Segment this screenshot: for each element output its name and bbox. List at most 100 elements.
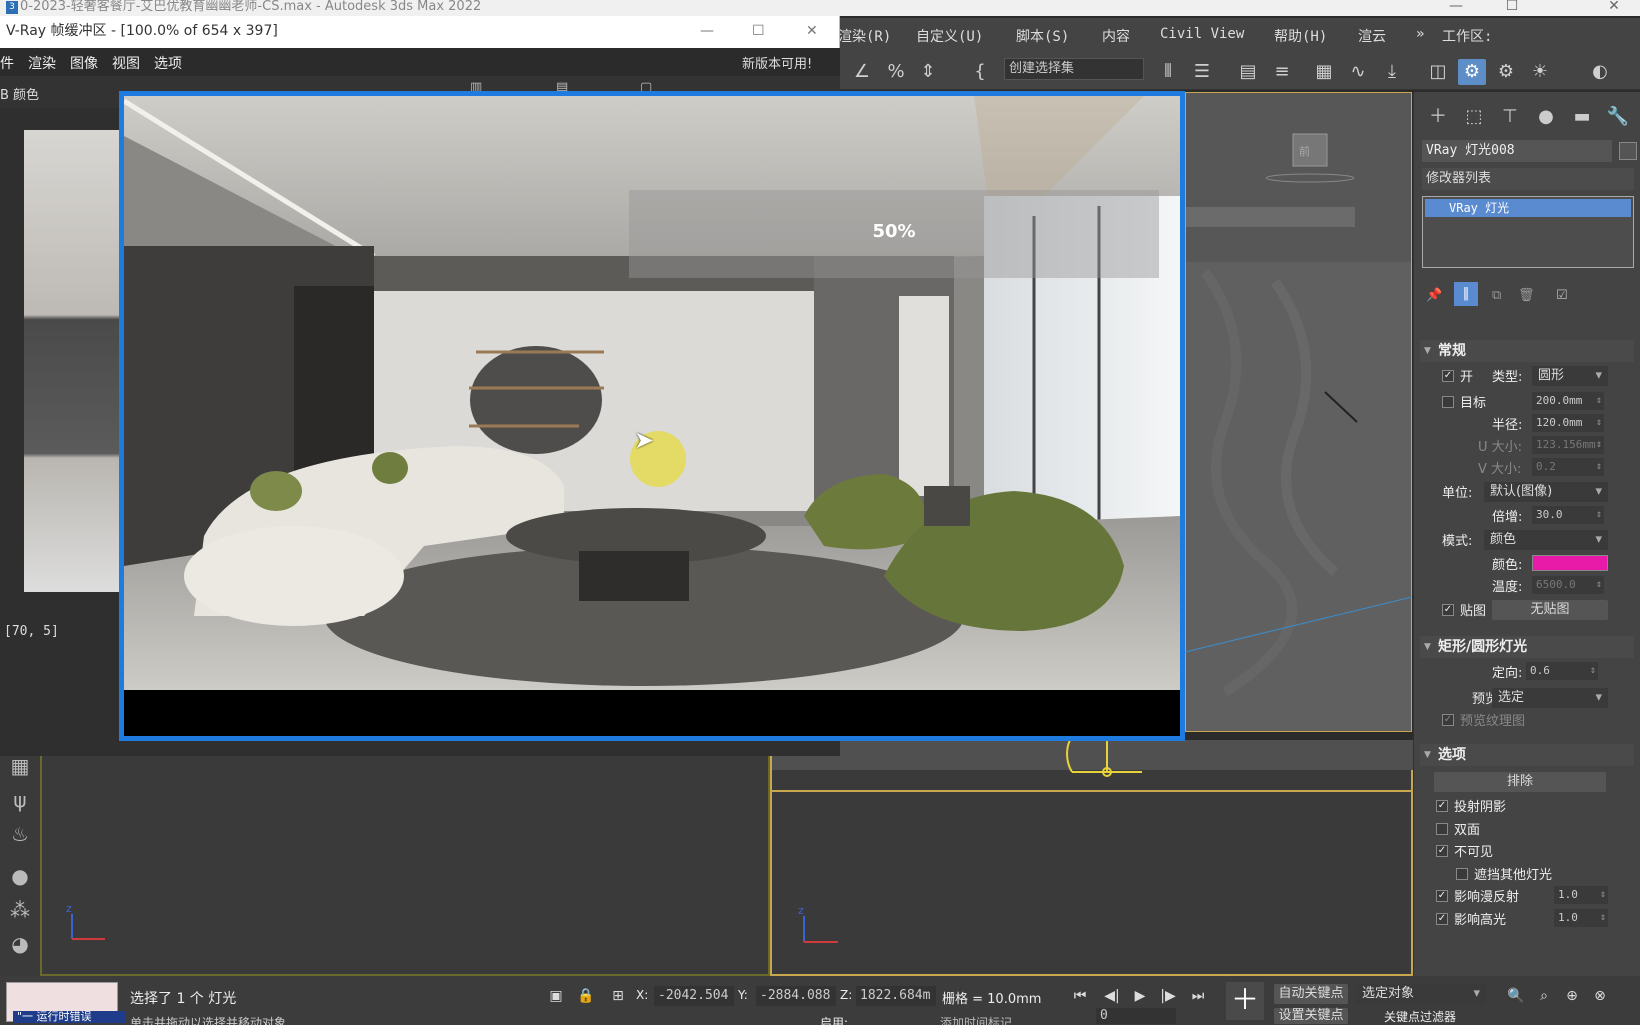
multiplier-spinner[interactable]: 30.0	[1532, 506, 1604, 524]
modifier-list-dropdown[interactable]: 修改器列表	[1422, 168, 1634, 190]
target-checkbox[interactable]	[1442, 396, 1454, 408]
zoom-extents-all-icon[interactable]: ⊗	[1590, 986, 1610, 1006]
vfb-menu-render[interactable]: 渲染	[28, 53, 56, 73]
close-icon[interactable]: ✕	[1594, 0, 1634, 16]
zoom-all-icon[interactable]: ⌕	[1534, 986, 1554, 1006]
material-ball-icon[interactable]: ●	[6, 862, 34, 890]
vsize-spinner[interactable]: 0.2	[1532, 458, 1604, 476]
no-map-button[interactable]: 无贴图	[1492, 600, 1608, 620]
create-tab-icon[interactable]: ＋	[1424, 104, 1452, 130]
current-frame-field[interactable]: 0	[1096, 1008, 1176, 1024]
utilities-tab-icon[interactable]: 🔧	[1604, 104, 1632, 130]
align-icon[interactable]: ☰	[1188, 59, 1216, 85]
affect-specular-spinner[interactable]: 1.0	[1554, 909, 1608, 927]
rendered-image-frame[interactable]: 50% ➤	[119, 91, 1185, 741]
display-tab-icon[interactable]: ▬	[1568, 104, 1596, 130]
multi-material-icon[interactable]: ⁂	[6, 896, 34, 924]
target-distance-spinner[interactable]: 200.0mm	[1532, 392, 1604, 410]
modify-tab-icon[interactable]: ⬚	[1460, 104, 1488, 130]
curve-editor-icon[interactable]: ∿	[1344, 59, 1372, 85]
radius-spinner[interactable]: 120.0mm	[1532, 414, 1604, 432]
viewport-perspective[interactable]: 前	[1184, 91, 1413, 733]
hierarchy-tab-icon[interactable]: ⊤	[1496, 104, 1524, 130]
light-color-swatch[interactable]	[1532, 555, 1608, 571]
mirror-icon[interactable]: ⫴	[1154, 59, 1182, 85]
affect-specular-checkbox[interactable]: ✓	[1436, 913, 1448, 925]
new-version-notice[interactable]: 新版本可用!	[742, 53, 812, 72]
preview-texture-checkbox[interactable]: ✓	[1442, 714, 1454, 726]
grid-icon[interactable]: ▦	[6, 752, 34, 780]
material-editor-icon[interactable]: ◫	[1424, 59, 1452, 85]
layer-explorer-icon[interactable]: ≡	[1268, 59, 1296, 85]
preview-dropdown[interactable]: 选定	[1492, 688, 1608, 708]
vfb-close-icon[interactable]: ✕	[806, 16, 818, 46]
object-color-swatch[interactable]	[1619, 142, 1637, 160]
rendered-frame-window-icon[interactable]: ⚙	[1492, 59, 1520, 85]
previous-frame-icon[interactable]: ◀|	[1102, 986, 1122, 1006]
set-key-button[interactable]: 设置关键点	[1274, 1008, 1348, 1024]
lock-selection-icon[interactable]: 🔒	[576, 986, 596, 1006]
stack-item-vray-light[interactable]: VRay 灯光	[1425, 199, 1631, 217]
y-coordinate-field[interactable]: -2884.088	[756, 986, 836, 1006]
goto-start-icon[interactable]: ⏮	[1070, 986, 1090, 1006]
menu-content[interactable]: 内容	[1102, 26, 1130, 46]
overflow-chevron-icon[interactable]: »	[1416, 26, 1424, 42]
arnold-icon[interactable]: ◐	[1586, 59, 1614, 85]
texture-checkbox[interactable]: ✓	[1442, 604, 1454, 616]
set-key-icon[interactable]: ＋	[1226, 982, 1264, 1020]
vfb-menu-view[interactable]: 视图	[112, 53, 140, 73]
auto-key-button[interactable]: 自动关键点	[1274, 984, 1348, 1004]
make-unique-icon[interactable]: ⧉	[1492, 288, 1501, 303]
configure-sets-icon[interactable]: ☑	[1556, 288, 1568, 303]
minimize-icon[interactable]: —	[1436, 0, 1476, 16]
maxscript-listener[interactable]: "一 运行时错误	[6, 982, 125, 1023]
z-coordinate-field[interactable]: 1822.684m	[856, 986, 936, 1006]
scene-explorer-icon[interactable]: ▤	[1234, 59, 1262, 85]
invisible-checkbox[interactable]: ✓	[1436, 845, 1448, 857]
selected-object-dropdown[interactable]: 选定对象	[1356, 984, 1486, 1004]
vfb-menu-options[interactable]: 选项	[154, 53, 182, 73]
next-frame-icon[interactable]: |▶	[1158, 986, 1178, 1006]
motion-tab-icon[interactable]: ●	[1532, 104, 1560, 130]
cast-shadows-checkbox[interactable]: ✓	[1436, 800, 1448, 812]
menu-render[interactable]: 渲染(R)	[838, 26, 891, 46]
vfb-minimize-icon[interactable]: —	[700, 16, 714, 46]
section-options-header[interactable]: 选项	[1420, 744, 1634, 766]
menu-civil-view[interactable]: Civil View	[1160, 26, 1244, 42]
section-rect-disc-header[interactable]: 矩形/圆形灯光	[1420, 636, 1634, 658]
menu-help[interactable]: 帮助(H)	[1274, 26, 1327, 46]
show-end-result-icon[interactable]: ‖	[1454, 282, 1478, 306]
exclude-button[interactable]: 排除	[1434, 772, 1606, 792]
render-setup-icon[interactable]: ⚙	[1458, 59, 1486, 85]
light-on-checkbox[interactable]: ✓	[1442, 370, 1454, 382]
mode-dropdown[interactable]: 颜色	[1484, 530, 1608, 550]
section-general-header[interactable]: 常规	[1420, 340, 1634, 362]
type-dropdown[interactable]: 圆形	[1532, 366, 1608, 386]
occlude-lights-checkbox[interactable]	[1456, 868, 1468, 880]
temperature-spinner[interactable]: 6500.0	[1532, 576, 1604, 594]
vfb-menu-image[interactable]: 图像	[70, 53, 98, 73]
x-coordinate-field[interactable]: -2042.504	[654, 986, 734, 1006]
pin-stack-icon[interactable]: 📌	[1426, 288, 1442, 303]
add-time-tag[interactable]: 添加时间标记	[940, 1014, 1012, 1025]
absolute-mode-icon[interactable]: ⊞	[608, 986, 628, 1006]
unit-dropdown[interactable]: 默认(图像)	[1484, 482, 1608, 502]
spinner-snap-icon[interactable]: ⇕	[914, 59, 942, 85]
usize-spinner[interactable]: 123.156mm	[1532, 436, 1604, 454]
directional-spinner[interactable]: 0.6	[1526, 662, 1598, 680]
zoom-icon[interactable]: 🔍	[1506, 986, 1526, 1006]
viewport-right-bottom[interactable]: z	[770, 790, 1413, 976]
percent-snap-icon[interactable]: %	[882, 59, 910, 85]
menu-scripting[interactable]: 脚本(S)	[1016, 26, 1069, 46]
key-filters-button[interactable]: 关键点过滤器	[1384, 1008, 1456, 1025]
double-sided-checkbox[interactable]	[1436, 823, 1448, 835]
edit-named-selection-icon[interactable]: {	[966, 59, 994, 85]
goto-end-icon[interactable]: ⏭	[1188, 986, 1208, 1006]
schematic-view-icon[interactable]: ⤓	[1378, 59, 1406, 85]
vfb-maximize-icon[interactable]: ☐	[752, 16, 765, 46]
fire-icon[interactable]: ♨	[6, 820, 34, 848]
grass-icon[interactable]: ψ	[6, 786, 34, 814]
vfb-menu-file[interactable]: 件	[0, 53, 14, 73]
menu-renyun[interactable]: 渲云	[1358, 26, 1386, 46]
zoom-extents-icon[interactable]: ⊕	[1562, 986, 1582, 1006]
